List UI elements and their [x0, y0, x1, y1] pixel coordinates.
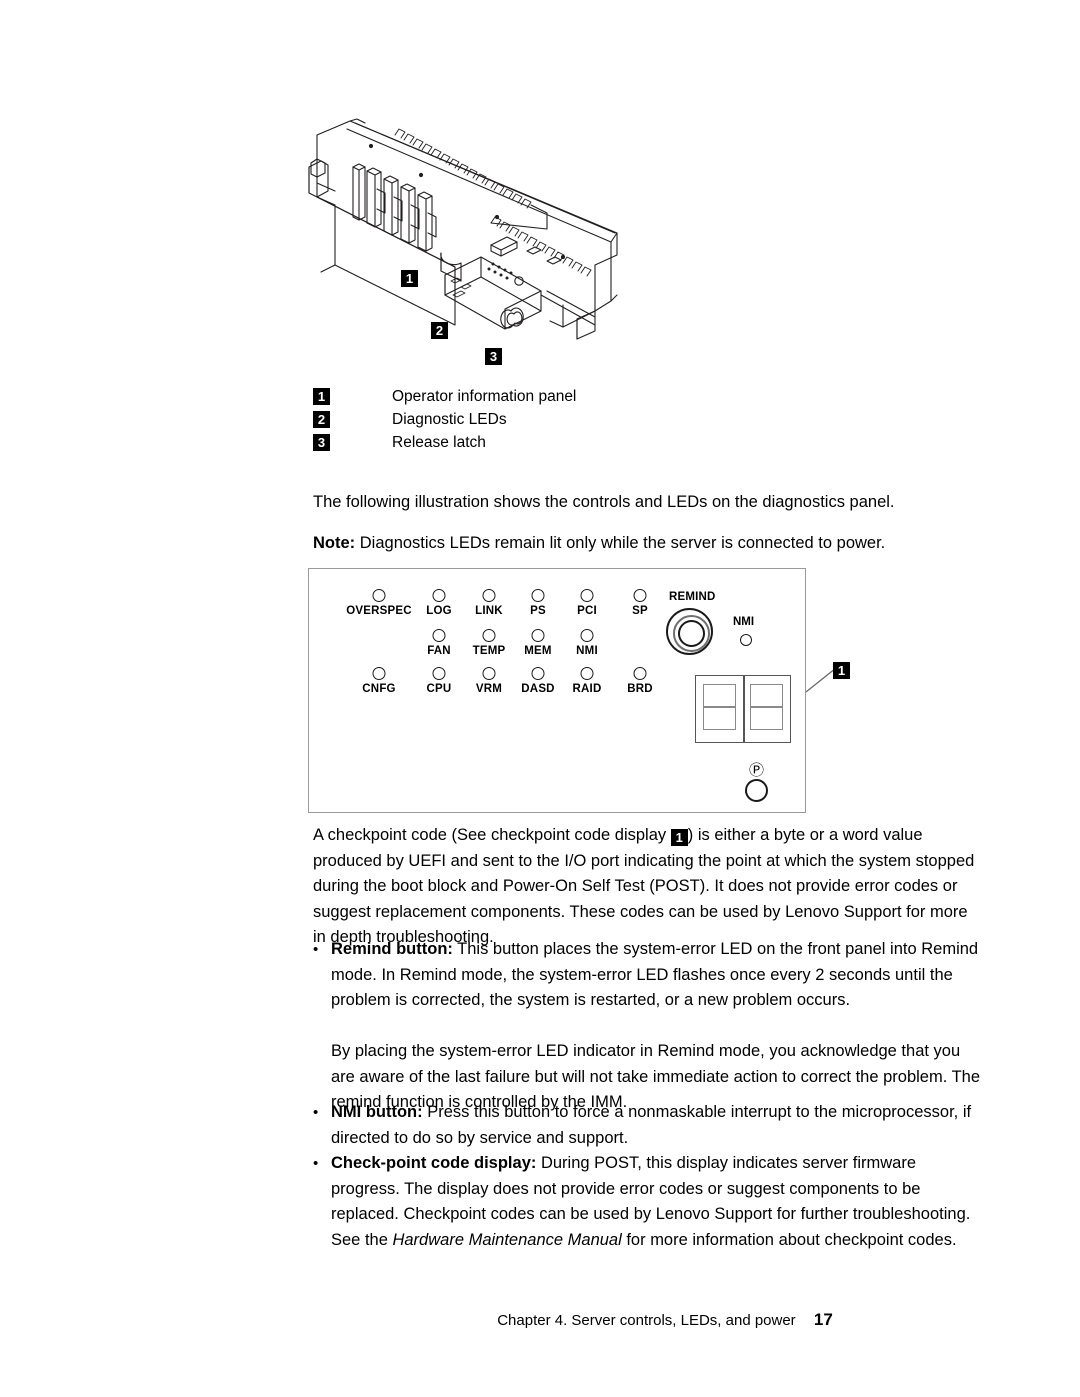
led-log	[432, 589, 446, 602]
legend-label-2: Diagnostic LEDs	[392, 411, 507, 428]
inline-callout-1: 1	[670, 829, 688, 846]
bullet-title-nmi: NMI button:	[331, 1103, 423, 1121]
led-fan	[432, 629, 446, 642]
legend-item-2: 2 Diagnostic LEDs	[313, 411, 733, 434]
led-pci	[580, 589, 594, 602]
legend-item-3: 3 Release latch	[313, 434, 733, 457]
led-label-sp: SP	[632, 605, 648, 617]
led-label-temp: TEMP	[472, 645, 506, 657]
checkpoint-code-display	[695, 675, 791, 743]
manual-reference: Hardware Maintenance Manual	[392, 1230, 622, 1249]
led-overspec	[372, 589, 386, 602]
note-label: Note:	[313, 534, 356, 552]
intro-paragraph: The following illustration shows the con…	[313, 493, 895, 511]
segment-box-top	[750, 684, 783, 707]
bullet-marker: •	[313, 1155, 319, 1172]
led-link	[482, 589, 496, 602]
led-label-cnfg: CNFG	[362, 683, 396, 695]
bullet-title-remind: Remind button:	[331, 940, 453, 958]
led-ps	[531, 589, 545, 602]
led-nmi	[580, 629, 594, 642]
led-vrm	[482, 667, 496, 680]
display-leader-line	[806, 667, 836, 693]
led-label-log: LOG	[426, 605, 452, 617]
led-label-cpu: CPU	[426, 683, 452, 695]
checkpoint-text-part1: A checkpoint code (See checkpoint code d…	[313, 826, 667, 844]
bullet-marker: •	[313, 941, 319, 958]
figure-callout-2: 2	[431, 322, 448, 339]
led-label-brd: BRD	[627, 683, 653, 695]
diagnostics-panel: OVERSPEC LOG LINK PS PCI SP FAN TEMP MEM…	[308, 568, 806, 813]
nmi-button[interactable]	[740, 634, 752, 646]
led-label-link: LINK	[475, 605, 503, 617]
led-label-fan: FAN	[427, 645, 451, 657]
led-raid	[580, 667, 594, 680]
bullet-nmi-button: • NMI button: Press this button to force…	[313, 1100, 988, 1151]
legend-label-1: Operator information panel	[392, 388, 577, 405]
led-cnfg	[372, 667, 386, 680]
led-label-ps: PS	[530, 605, 546, 617]
power-icon: Ⓟ	[749, 761, 765, 779]
display-divider	[743, 676, 745, 742]
bullet-text-checkpoint-2: for more information about checkpoint co…	[621, 1230, 957, 1249]
led-label-raid: RAID	[572, 683, 602, 695]
bullet-marker: •	[313, 1104, 319, 1121]
figure-callout-3: 3	[485, 348, 502, 365]
led-label-nmi: NMI	[576, 645, 598, 657]
led-mem	[531, 629, 545, 642]
checkpoint-display-callout: 1	[833, 662, 850, 679]
segment-box-bottom	[750, 707, 783, 730]
figure-callout-1: 1	[401, 270, 418, 287]
page-number: 17	[813, 1310, 833, 1329]
page-footer: Chapter 4. Server controls, LEDs, and po…	[0, 1310, 1080, 1330]
legend-item-1: 1 Operator information panel	[313, 388, 733, 411]
code-digit-2	[750, 684, 783, 736]
power-button[interactable]	[745, 779, 768, 802]
bullet-remind-button: • Remind button: This button places the …	[313, 937, 988, 1116]
figure-legend: 1 Operator information panel 2 Diagnosti…	[313, 388, 733, 457]
led-temp	[482, 629, 496, 642]
legend-callout-1: 1	[313, 388, 330, 405]
remind-button-label: REMIND	[669, 591, 716, 603]
bullet-checkpoint-display: • Check-point code display: During POST,…	[313, 1151, 988, 1253]
segment-box-bottom	[703, 707, 736, 730]
code-digit-1	[703, 684, 736, 736]
led-dasd	[531, 667, 545, 680]
led-cpu	[432, 667, 446, 680]
led-label-mem: MEM	[524, 645, 552, 657]
note-paragraph: Note: Diagnostics LEDs remain lit only w…	[313, 531, 985, 557]
footer-chapter-text: Chapter 4. Server controls, LEDs, and po…	[497, 1312, 796, 1329]
led-label-vrm: VRM	[475, 683, 503, 695]
led-label-dasd: DASD	[521, 683, 555, 695]
legend-callout-2: 2	[313, 411, 330, 428]
checkpoint-paragraph: A checkpoint code (See checkpoint code d…	[313, 823, 985, 951]
bullet-text-nmi: Press this button to force a nonmaskable…	[331, 1103, 972, 1147]
led-brd	[633, 667, 647, 680]
checkpoint-text-part2: ) is either a byte or a word value produ…	[313, 826, 975, 946]
legend-callout-3: 3	[313, 434, 330, 451]
led-label-pci: PCI	[577, 605, 597, 617]
segment-box-top	[703, 684, 736, 707]
remind-button[interactable]	[666, 608, 713, 655]
led-label-overspec: OVERSPEC	[346, 605, 412, 617]
server-front-illustration	[295, 105, 625, 370]
note-text: Diagnostics LEDs remain lit only while t…	[359, 534, 886, 552]
legend-label-3: Release latch	[392, 434, 486, 451]
nmi-button-label: NMI	[733, 616, 755, 628]
bullet-title-checkpoint: Check-point code display:	[331, 1154, 537, 1172]
led-sp	[633, 589, 647, 602]
